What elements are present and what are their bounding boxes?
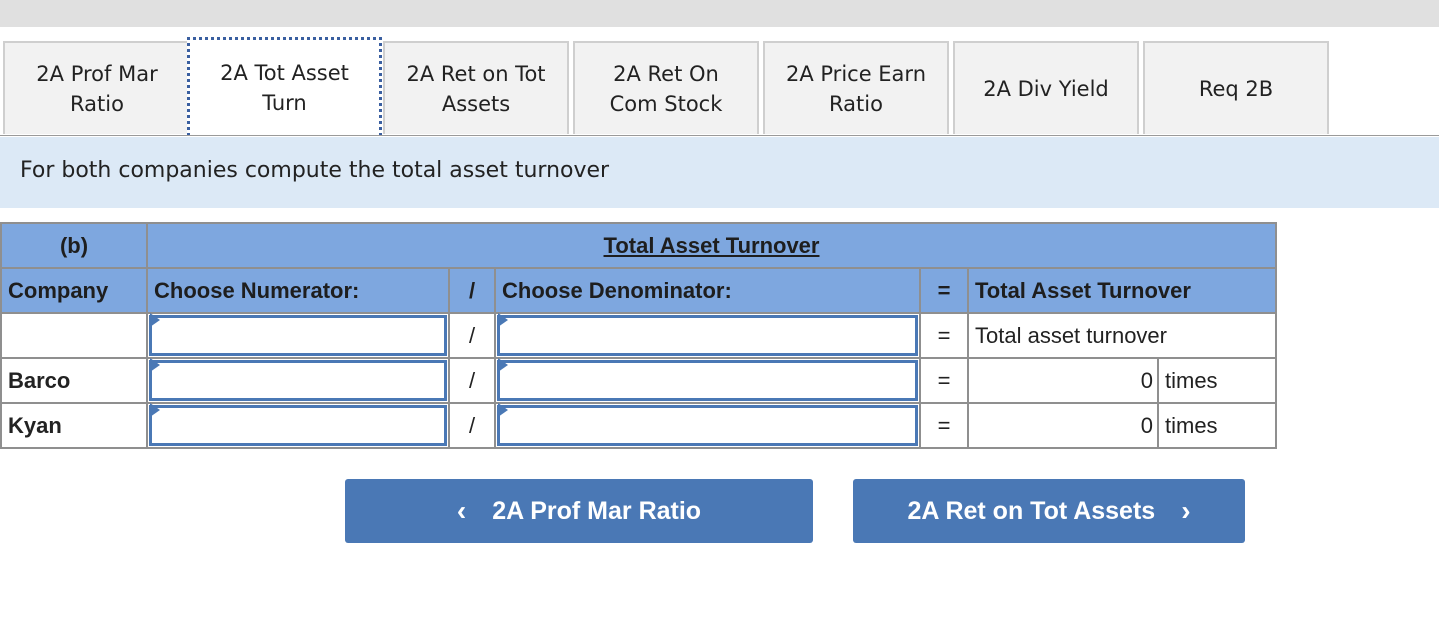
dropdown-arrow-icon bbox=[150, 403, 160, 417]
divide-header: / bbox=[448, 267, 496, 314]
numerator-dropdown[interactable] bbox=[146, 357, 450, 404]
table-title: Total Asset Turnover bbox=[146, 222, 1277, 269]
instruction-panel: For both companies compute the total ass… bbox=[0, 137, 1439, 208]
numerator-dropdown[interactable] bbox=[146, 402, 450, 449]
result-header: Total Asset Turnover bbox=[967, 267, 1277, 314]
tab-tot-asset-turn[interactable]: 2A Tot Asset Turn bbox=[187, 37, 382, 136]
table-title-row: (b) Total Asset Turnover bbox=[0, 222, 1277, 269]
equals-sign: = bbox=[919, 402, 969, 449]
denominator-dropdown[interactable] bbox=[494, 357, 921, 404]
next-button[interactable]: 2A Ret on Tot Assets › bbox=[853, 479, 1245, 543]
dropdown-arrow-icon bbox=[150, 313, 160, 327]
equals-sign: = bbox=[919, 357, 969, 404]
top-bar bbox=[0, 0, 1439, 27]
part-label: (b) bbox=[0, 222, 148, 269]
result-label: Total asset turnover bbox=[967, 312, 1277, 359]
tab-div-yield[interactable]: 2A Div Yield bbox=[953, 41, 1139, 134]
company-header: Company bbox=[0, 267, 148, 314]
divide-sign: / bbox=[448, 312, 496, 359]
numerator-header: Choose Numerator: bbox=[146, 267, 450, 314]
result-unit: times bbox=[1157, 402, 1277, 449]
company-cell: Kyan bbox=[0, 402, 148, 449]
equals-sign: = bbox=[919, 312, 969, 359]
denominator-dropdown[interactable] bbox=[494, 402, 921, 449]
ratio-table: (b) Total Asset Turnover Company Choose … bbox=[0, 222, 1277, 449]
dropdown-arrow-icon bbox=[150, 358, 160, 372]
table-header-row: Company Choose Numerator: / Choose Denom… bbox=[0, 267, 1277, 314]
tab-req-2b[interactable]: Req 2B bbox=[1143, 41, 1329, 134]
divide-sign: / bbox=[448, 357, 496, 404]
company-cell bbox=[0, 312, 148, 359]
result-value: 0 bbox=[967, 357, 1159, 404]
tab-ret-on-tot-assets[interactable]: 2A Ret on Tot Assets bbox=[383, 41, 569, 134]
tab-ret-on-com-stock[interactable]: 2A Ret On Com Stock bbox=[573, 41, 759, 134]
denominator-header: Choose Denominator: bbox=[494, 267, 921, 314]
prev-button-label: 2A Prof Mar Ratio bbox=[492, 496, 702, 525]
table-row: Barco / = 0 times bbox=[0, 357, 1277, 404]
numerator-dropdown[interactable] bbox=[146, 312, 450, 359]
company-cell: Barco bbox=[0, 357, 148, 404]
chevron-left-icon: ‹ bbox=[456, 495, 467, 526]
instruction-text: For both companies compute the total ass… bbox=[20, 158, 610, 183]
next-button-label: 2A Ret on Tot Assets bbox=[907, 496, 1156, 525]
dropdown-arrow-icon bbox=[498, 358, 508, 372]
dropdown-arrow-icon bbox=[498, 313, 508, 327]
divide-sign: / bbox=[448, 402, 496, 449]
prev-button[interactable]: ‹ 2A Prof Mar Ratio bbox=[345, 479, 813, 543]
table-row: / = Total asset turnover bbox=[0, 312, 1277, 359]
tab-price-earn-ratio[interactable]: 2A Price Earn Ratio bbox=[763, 41, 949, 134]
result-value: 0 bbox=[967, 402, 1159, 449]
table-row: Kyan / = 0 times bbox=[0, 402, 1277, 449]
denominator-dropdown[interactable] bbox=[494, 312, 921, 359]
result-unit: times bbox=[1157, 357, 1277, 404]
dropdown-arrow-icon bbox=[498, 403, 508, 417]
equals-header: = bbox=[919, 267, 969, 314]
tab-prof-mar-ratio[interactable]: 2A Prof Mar Ratio bbox=[3, 41, 191, 134]
chevron-right-icon: › bbox=[1181, 495, 1191, 526]
tab-divider bbox=[0, 135, 1439, 136]
